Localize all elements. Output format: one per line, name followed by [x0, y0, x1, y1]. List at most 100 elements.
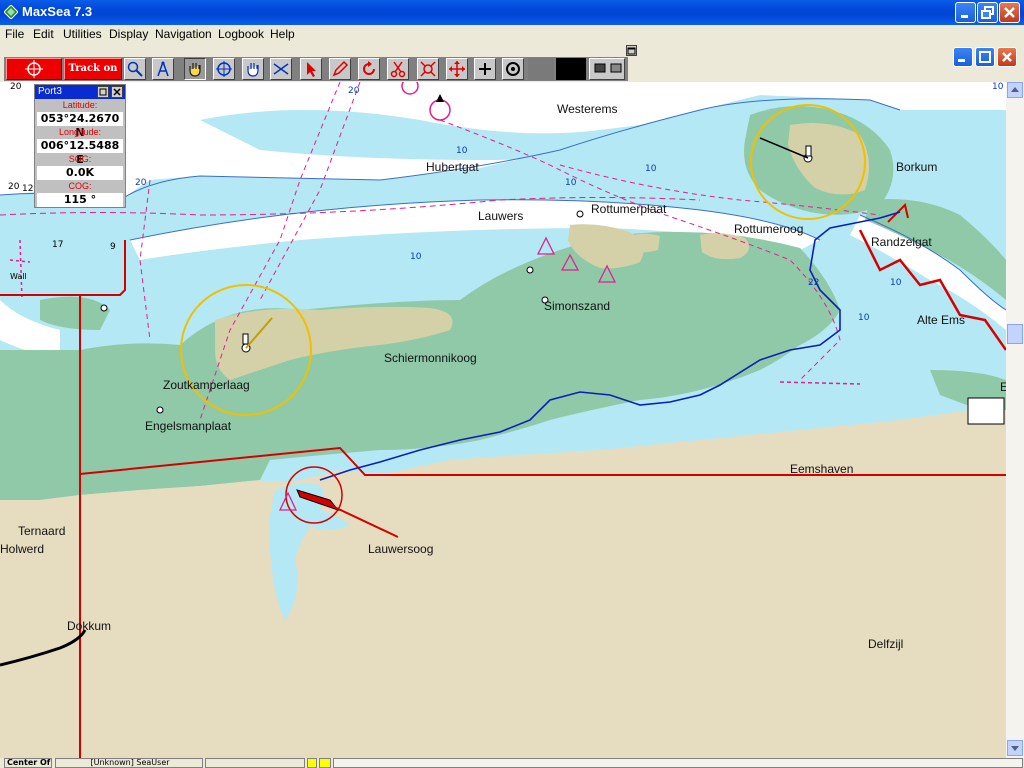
scroll-down-button[interactable] — [1007, 740, 1023, 756]
label-holwerd: Holwerd — [0, 542, 45, 556]
depth-label: 10 — [456, 146, 468, 156]
child-close-button[interactable] — [997, 47, 1017, 67]
scissors-icon — [390, 61, 406, 78]
depth-label: 9 — [110, 242, 116, 252]
display-mode-button[interactable] — [589, 58, 625, 80]
close-icon — [1004, 7, 1015, 18]
close-icon — [113, 88, 121, 96]
app-icon — [4, 5, 18, 19]
route-tool[interactable] — [270, 58, 292, 80]
menu-file[interactable]: File — [5, 27, 24, 41]
pencil-tool[interactable] — [329, 58, 351, 80]
status-user: [Unknown] SeaUser — [55, 758, 203, 768]
label-alte-ems: Alte Ems — [917, 313, 966, 327]
title-bar: MaxSea 7.3 — [0, 0, 1024, 25]
depth-label: 20 — [10, 82, 22, 92]
window-title: MaxSea 7.3 — [22, 4, 93, 19]
arrow-down-icon — [1011, 746, 1019, 751]
menu-bar: File Edit Utilities Display Navigation L… — [0, 25, 1024, 43]
scroll-up-button[interactable] — [1007, 82, 1023, 98]
crosshair-icon — [216, 61, 232, 77]
depth-label: 10 — [858, 313, 870, 323]
menu-navigation[interactable]: Navigation — [155, 27, 212, 41]
depth-label: 10 — [992, 82, 1004, 92]
minimize-button[interactable] — [955, 2, 976, 23]
label-rottumeroog: Rottumeroog — [734, 222, 804, 236]
menu-logbook[interactable]: Logbook — [218, 27, 264, 41]
window-icon — [627, 47, 636, 55]
label-zoutkamperlaag: Zoutkamperlaag — [163, 378, 250, 392]
pan-tool[interactable] — [242, 58, 264, 80]
pencil-icon — [332, 60, 349, 77]
circle-target-icon — [506, 62, 520, 76]
close-button[interactable] — [999, 2, 1020, 23]
record-button[interactable] — [6, 58, 62, 80]
hand-tool[interactable] — [184, 58, 206, 80]
restore-button[interactable] — [977, 2, 998, 23]
zoom-tool[interactable] — [124, 58, 146, 80]
rotate-tool[interactable] — [358, 58, 380, 80]
label-westerems: Westerems — [557, 102, 618, 116]
position-panel-title: Port3 — [38, 86, 62, 97]
move-icon — [449, 61, 465, 77]
restore-icon — [981, 6, 994, 19]
sog-label: SOG: — [68, 154, 92, 164]
cog-label: COG: — [68, 181, 92, 191]
menu-help[interactable]: Help — [270, 27, 295, 41]
target-tool[interactable] — [417, 58, 439, 80]
depth-label: 20 — [135, 178, 147, 188]
status-indicator — [319, 758, 331, 768]
plus-icon — [479, 63, 491, 75]
depth-label: 10 — [645, 164, 657, 174]
panel-close-button[interactable] — [111, 86, 123, 98]
track-on-button[interactable]: Track on — [64, 58, 122, 80]
latitude-label: Latitude: — [62, 100, 98, 110]
position-panel-title-bar[interactable]: Port3 — [35, 85, 125, 99]
pan-hand-icon — [247, 63, 259, 77]
horizontal-scrollbar[interactable] — [333, 758, 1023, 768]
depth-label: 10 — [890, 278, 902, 288]
label-ternaard: Ternaard — [18, 524, 66, 538]
longitude-value: 006°12.5488 E — [37, 139, 123, 166]
label-borkum: Borkum — [896, 160, 938, 174]
menu-edit[interactable]: Edit — [33, 27, 54, 41]
depth-label: 20 — [8, 182, 20, 192]
vertical-scrollbar[interactable] — [1006, 82, 1024, 758]
compass-tool[interactable] — [152, 58, 174, 80]
sog-value: 0.0K — [37, 166, 123, 180]
toolbar-close-button[interactable] — [626, 45, 637, 56]
status-center: Center Of — [4, 758, 52, 768]
close-icon — [1002, 52, 1012, 62]
label-wall: Wall — [10, 272, 27, 281]
move-tool[interactable] — [446, 58, 468, 80]
panel-maximize-button[interactable] — [97, 86, 109, 98]
pointer-icon — [307, 62, 316, 77]
target-icon — [420, 61, 436, 77]
depth-label: 22 — [808, 278, 820, 288]
status-indicator — [307, 758, 317, 768]
status-bar: Center Of [Unknown] SeaUser — [0, 758, 1024, 768]
child-minimize-button[interactable] — [953, 47, 973, 67]
position-panel[interactable]: Port3 Latitude: 053°24.2670 N Longitude:… — [34, 84, 126, 208]
child-maximize-button[interactable] — [975, 47, 995, 67]
record-icon — [25, 60, 43, 78]
cog-value: 115 ° — [37, 193, 123, 207]
menu-display[interactable]: Display — [109, 27, 148, 41]
menu-utilities[interactable]: Utilities — [63, 27, 102, 41]
label-lauwers: Lauwers — [478, 209, 524, 223]
minimize-icon — [961, 15, 968, 18]
crosshair-tool[interactable] — [213, 58, 235, 80]
pointer-tool[interactable] — [300, 58, 322, 80]
scissors-tool[interactable] — [387, 58, 409, 80]
scroll-thumb[interactable] — [1007, 324, 1023, 344]
monitor-icon — [594, 63, 622, 73]
chart-map[interactable]: Westerems Hubertgat Borkum Lauwers Rottu… — [0, 82, 1006, 758]
label-delfzijl: Delfzijl — [868, 637, 904, 651]
compass-icon — [157, 61, 169, 77]
longitude-label: Longitude: — [58, 127, 102, 137]
maximize-icon — [979, 51, 991, 63]
plus-tool[interactable] — [474, 58, 496, 80]
center-tool[interactable] — [502, 58, 524, 80]
status-empty — [205, 758, 305, 768]
label-dokkum: Dokkum — [67, 619, 112, 633]
